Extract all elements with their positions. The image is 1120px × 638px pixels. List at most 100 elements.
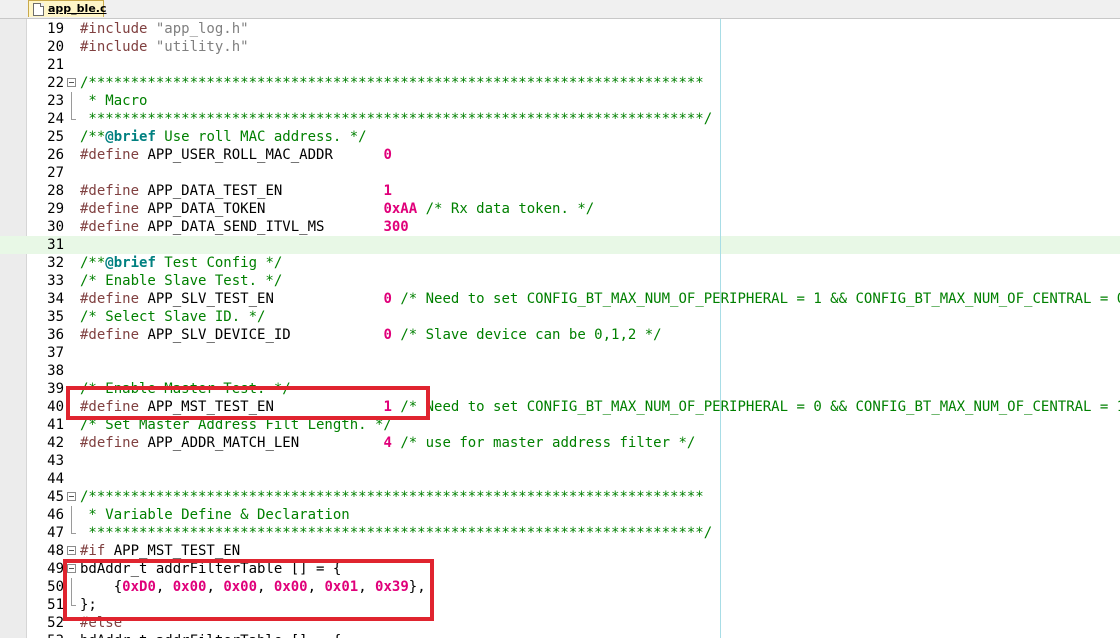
code-token: ****************************************… [80,111,713,127]
code-line[interactable]: 33 /* Enable Slave Test. */ [0,272,1120,290]
fold-toggle-icon[interactable] [66,488,80,506]
line-number: 38 [47,363,64,379]
code-text: /***************************************… [80,74,704,92]
code-token: #include [80,39,156,55]
code-token: /** [80,129,106,145]
code-line[interactable]: 34 #define APP_SLV_TEST_EN 0 /* Need to s… [0,290,1120,308]
code-line[interactable]: 29 #define APP_DATA_TOKEN 0xAA /* Rx data… [0,200,1120,218]
code-line[interactable]: 46 * Variable Define & Declaration [0,506,1120,524]
code-text: #define APP_USER_ROLL_MAC_ADDR 0 [80,146,392,164]
line-number: 39 [47,381,64,397]
code-token: Use roll MAC address. */ [155,129,367,145]
code-token: 1 [383,183,392,199]
code-token: APP_DATA_TEST_EN [147,183,384,199]
code-text: #define APP_SLV_TEST_EN 0 /* Need to set… [80,290,1120,308]
code-token: ****************************************… [80,525,713,541]
tab-label: app_ble.c [48,2,107,15]
code-line[interactable]: 21 [0,56,1120,74]
line-number: 53 [26,632,64,638]
code-token: APP_MST_TEST_EN [113,543,241,559]
line-number: 37 [47,345,64,361]
fold-toggle-icon[interactable] [66,74,80,92]
tab-bar: app_ble.c [0,0,1120,19]
code-token: 300 [383,219,409,235]
line-number: 41 [47,417,64,433]
line-number: 32 [47,255,64,271]
code-token: "app_log.h" [155,21,249,37]
code-line[interactable]: 23 * Macro [0,92,1120,110]
code-text: /* Select Slave ID. */ [80,308,265,326]
code-text: #define APP_DATA_TEST_EN 1 [80,182,392,200]
line-number: 46 [47,507,64,523]
code-line[interactable]: 42 #define APP_ADDR_MATCH_LEN 4 /* use fo… [0,434,1120,452]
code-text: #define APP_DATA_SEND_ITVL_MS 300 [80,218,409,236]
code-line[interactable]: 53 bdAddr_t addrFilterTable [] = { [0,632,1120,638]
line-number: 49 [47,561,64,577]
code-token: #define [80,435,148,451]
code-line[interactable]: 43 [0,452,1120,470]
code-token: /***************************************… [80,75,704,91]
highlight-box-master-test [66,386,430,420]
code-token: #define [80,147,148,163]
tab-app-ble-c[interactable]: app_ble.c [28,0,107,17]
code-line[interactable]: 36 #define APP_SLV_DEVICE_ID 0 /* Slave d… [0,326,1120,344]
code-token: #define [80,219,148,235]
line-number: 25 [47,129,64,145]
code-line[interactable]: 25 /**@brief Use roll MAC address. */ [0,128,1120,146]
fold-line-icon [66,506,80,524]
code-token: 0 [383,291,392,307]
line-number: 47 [47,525,64,541]
code-token: "utility.h" [155,39,249,55]
code-editor[interactable]: 19 #include "app_log.h" 20 #include "utilit… [0,19,1120,638]
line-number: 31 [47,237,64,253]
code-token: * Macro [80,93,148,109]
code-line[interactable]: 31 [0,236,1120,254]
code-line[interactable]: 35 /* Select Slave ID. */ [0,308,1120,326]
code-line[interactable]: 22 /*************************************… [0,74,1120,92]
fold-toggle-icon[interactable] [66,542,80,560]
code-line[interactable]: 48 #if APP_MST_TEST_EN [0,542,1120,560]
line-number: 26 [47,147,64,163]
code-token: APP_USER_ROLL_MAC_ADDR [147,147,384,163]
fold-end-icon [66,110,80,128]
code-token: #define [80,183,148,199]
code-text: #define APP_ADDR_MATCH_LEN 4 /* use for … [80,434,695,452]
code-text: /* Enable Slave Test. */ [80,272,282,290]
line-number: 21 [47,57,64,73]
line-number: 35 [47,309,64,325]
code-line[interactable]: 24 *************************************… [0,110,1120,128]
line-number: 27 [47,165,64,181]
code-line[interactable]: 20 #include "utility.h" [0,38,1120,56]
code-token: Test Config */ [155,255,283,271]
code-token: /* Select Slave ID. */ [80,309,266,325]
code-line[interactable]: 27 [0,164,1120,182]
code-line[interactable]: 44 [0,470,1120,488]
code-line[interactable]: 37 [0,344,1120,362]
code-line[interactable]: 32 /**@brief Test Config */ [0,254,1120,272]
line-number: 51 [47,597,64,613]
code-token: 4 [383,435,392,451]
line-number: 30 [47,219,64,235]
line-number: 34 [47,291,64,307]
code-line[interactable]: 47 *************************************… [0,524,1120,542]
code-line[interactable]: 30 #define APP_DATA_SEND_ITVL_MS 300 [0,218,1120,236]
code-line[interactable]: 38 [0,362,1120,380]
code-token: /* Slave device can be 0,1,2 */ [391,327,662,343]
code-line[interactable]: 45 /*************************************… [0,488,1120,506]
code-line[interactable]: 26 #define APP_USER_ROLL_MAC_ADDR 0 [0,146,1120,164]
code-token: 0 [383,327,392,343]
code-line[interactable]: 28 #define APP_DATA_TEST_EN 1 [0,182,1120,200]
code-token: #define [80,201,148,217]
code-text: #include "app_log.h" [80,20,249,38]
code-line[interactable]: 19 #include "app_log.h" [0,20,1120,38]
code-token: 0xAA [383,201,418,217]
code-text: bdAddr_t addrFilterTable [] = { [80,632,341,638]
code-token: APP_ADDR_MATCH_LEN [147,435,384,451]
line-number: 40 [47,399,64,415]
code-text: * Macro [80,92,147,110]
line-number: 29 [47,201,64,217]
code-token: /* use for master address filter */ [391,435,696,451]
fold-end-icon [66,524,80,542]
line-number: 42 [47,435,64,451]
code-token: @brief [105,255,156,271]
